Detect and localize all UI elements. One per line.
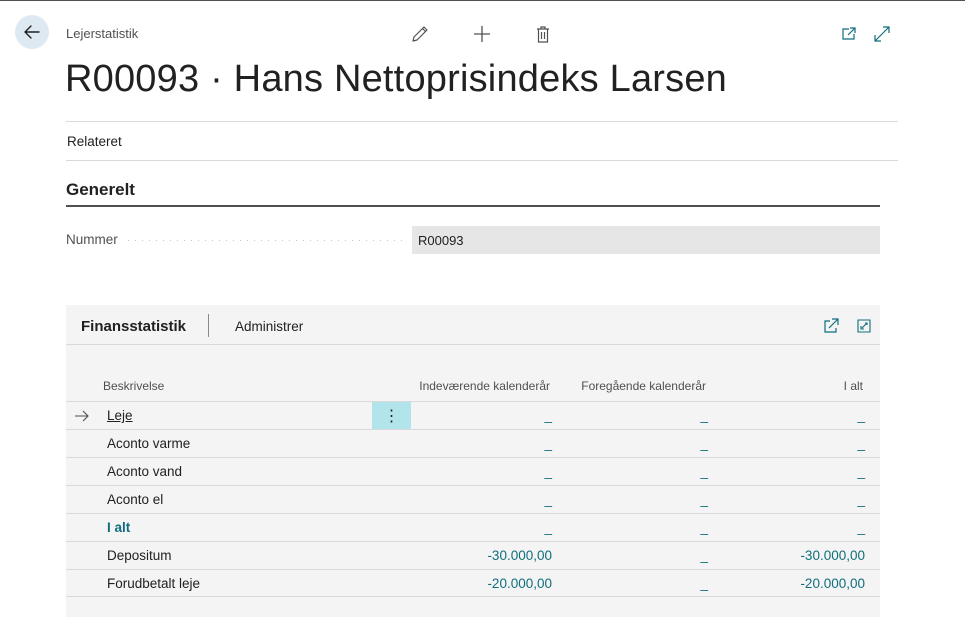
row-description: I alt <box>107 520 131 535</box>
row-description: Aconto el <box>107 492 164 507</box>
total-value[interactable]: -30.000,00 <box>800 548 865 563</box>
row-description: Aconto vand <box>107 464 183 479</box>
table-row[interactable]: Forudbetalt leje -20.000,00 _ -20.000,00 <box>66 569 880 597</box>
table-row[interactable]: Depositum -30.000,00 _ -30.000,00 <box>66 541 880 569</box>
trash-icon <box>537 26 549 43</box>
back-arrow-icon <box>24 25 40 39</box>
current-row-arrow-icon <box>75 410 89 422</box>
row-description: Aconto varme <box>107 436 191 451</box>
total-value[interactable]: _ <box>857 492 865 507</box>
page-title: R00093 · Hans Nettoprisindeks Larsen <box>65 58 727 100</box>
table-row-total[interactable]: I alt _ _ _ <box>66 513 880 541</box>
total-value[interactable]: _ <box>857 408 865 423</box>
open-new-window-icon <box>842 27 856 40</box>
previous-year-value[interactable]: _ <box>700 408 708 423</box>
previous-year-value[interactable]: _ <box>700 492 708 507</box>
column-header-total[interactable]: I alt <box>844 379 863 393</box>
breadcrumb: Lejerstatistik <box>66 26 139 41</box>
row-menu-button[interactable]: ⋮ <box>372 402 411 429</box>
finance-statistics-part: Finansstatistik Administrer Beskrivelse … <box>66 305 880 617</box>
back-button[interactable] <box>15 15 49 49</box>
row-description[interactable]: Leje <box>107 408 133 423</box>
column-header-previous-year[interactable]: Foregående kalenderår <box>581 379 706 393</box>
number-field[interactable]: R00093 <box>412 226 880 254</box>
divider <box>66 160 898 161</box>
previous-year-value[interactable]: _ <box>700 436 708 451</box>
column-header-description[interactable]: Beskrivelse <box>103 379 164 393</box>
tab-divider <box>208 314 209 337</box>
previous-year-value[interactable]: _ <box>700 548 708 563</box>
tab-administrer[interactable]: Administrer <box>235 319 303 334</box>
previous-year-value[interactable]: _ <box>700 520 708 535</box>
number-field-label: Nummer <box>66 232 118 247</box>
previous-year-value[interactable]: _ <box>700 464 708 479</box>
current-year-value[interactable]: _ <box>544 464 552 479</box>
table-row[interactable]: Aconto vand _ _ _ <box>66 457 880 485</box>
section-underline <box>66 205 880 207</box>
table-row[interactable]: Aconto varme _ _ _ <box>66 429 880 457</box>
total-value[interactable]: _ <box>857 520 865 535</box>
new-button[interactable] <box>470 22 494 46</box>
collapse-part-button[interactable] <box>854 316 874 336</box>
current-year-value[interactable]: _ <box>544 520 552 535</box>
previous-year-value[interactable]: _ <box>700 576 708 591</box>
plus-icon <box>474 26 490 42</box>
field-leader-dots <box>128 240 406 241</box>
current-year-value[interactable]: _ <box>544 436 552 451</box>
share-icon <box>824 318 839 333</box>
current-year-value[interactable]: -30.000,00 <box>487 548 552 563</box>
section-heading-general[interactable]: Generelt <box>66 180 135 200</box>
table-row[interactable]: Leje ⋮ _ _ _ <box>66 401 880 429</box>
delete-button[interactable] <box>531 22 555 46</box>
total-value[interactable]: _ <box>857 464 865 479</box>
total-value[interactable]: -20.000,00 <box>800 576 865 591</box>
divider <box>66 121 898 122</box>
current-year-value[interactable]: _ <box>544 492 552 507</box>
related-menu[interactable]: Relateret <box>67 134 122 149</box>
tab-finansstatistik[interactable]: Finansstatistik <box>81 318 186 335</box>
table-row[interactable]: Aconto el _ _ _ <box>66 485 880 513</box>
edit-button[interactable] <box>408 22 432 46</box>
current-year-value[interactable]: _ <box>544 408 552 423</box>
edit-pencil-icon <box>412 26 428 42</box>
part-header-divider <box>66 344 880 345</box>
row-description: Forudbetalt leje <box>107 576 201 591</box>
open-new-window-button[interactable] <box>837 22 861 46</box>
row-description: Depositum <box>107 548 172 563</box>
total-value[interactable]: _ <box>857 436 865 451</box>
expand-part-icon <box>857 319 871 333</box>
share-button[interactable] <box>821 316 841 336</box>
expand-icon <box>874 26 890 42</box>
current-year-value[interactable]: -20.000,00 <box>487 576 552 591</box>
expand-button[interactable] <box>870 22 894 46</box>
column-header-current-year[interactable]: Indeværende kalenderår <box>419 379 550 393</box>
window-top-border <box>0 0 965 1</box>
